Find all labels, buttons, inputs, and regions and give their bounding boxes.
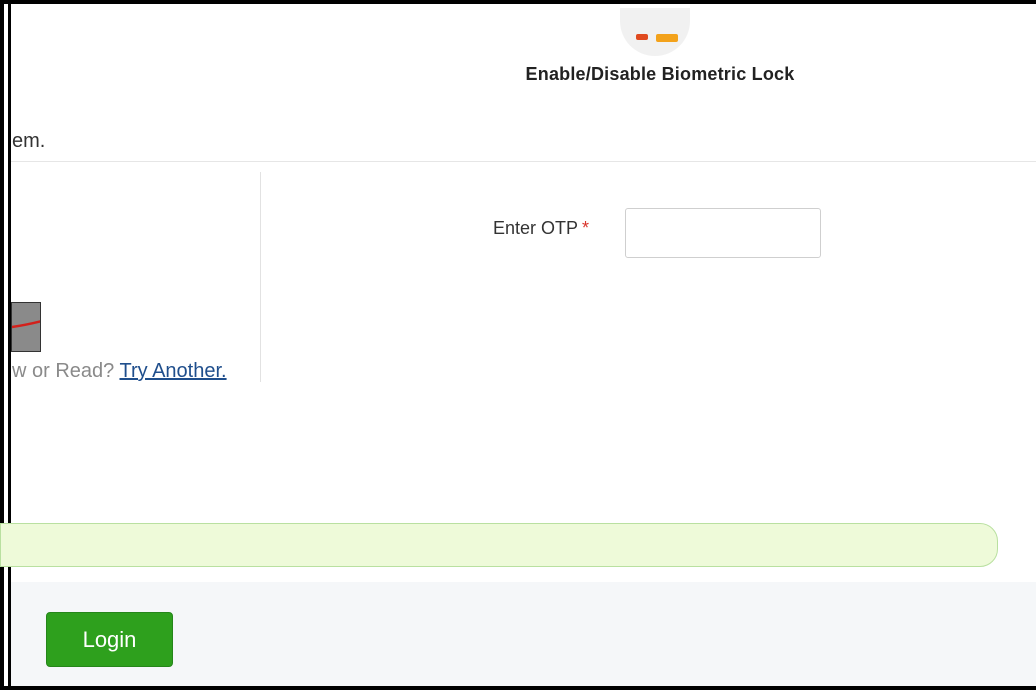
intro-text-partial: em. bbox=[12, 130, 46, 152]
screenshot-border-top bbox=[0, 0, 1036, 4]
biometric-lock-link[interactable]: Enable/Disable Biometric Lock bbox=[480, 64, 840, 85]
biometric-logo-icon bbox=[620, 8, 690, 56]
screenshot-border-left bbox=[0, 0, 4, 690]
captcha-noise-icon bbox=[12, 320, 40, 329]
screenshot-border-bottom bbox=[0, 686, 1036, 690]
logo-mark-orange bbox=[656, 34, 678, 42]
section-divider bbox=[11, 161, 1036, 162]
required-marker: * bbox=[582, 218, 590, 238]
logo-mark-red bbox=[636, 34, 648, 40]
status-bar bbox=[0, 523, 998, 567]
captcha-image bbox=[11, 302, 41, 352]
login-page: Enable/Disable Biometric Lock em. w or R… bbox=[0, 0, 1036, 690]
otp-input[interactable] bbox=[625, 208, 821, 258]
captcha-help-text: w or Read? bbox=[12, 360, 115, 382]
try-another-link[interactable]: Try Another. bbox=[119, 360, 226, 382]
column-divider bbox=[260, 172, 261, 382]
login-button[interactable]: Login bbox=[46, 612, 173, 667]
otp-label-text: Enter OTP bbox=[493, 218, 579, 238]
captcha-help: w or Read? Try Another. bbox=[12, 360, 227, 383]
otp-label: Enter OTP * bbox=[493, 218, 589, 239]
